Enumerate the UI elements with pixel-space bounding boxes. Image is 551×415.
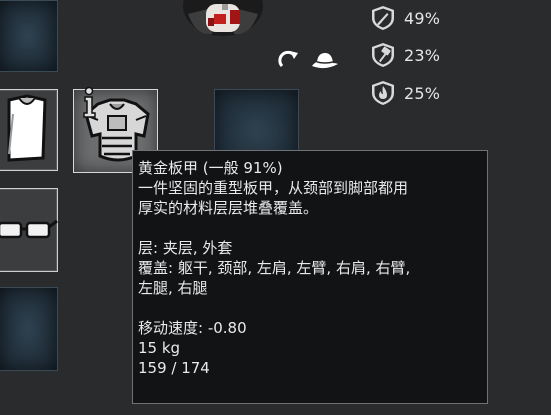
apparel-slot-bottom-left[interactable]	[0, 287, 58, 371]
tooltip-description-line-2: 厚实的材料层层堆叠覆盖。	[138, 199, 319, 217]
tooltip-covers-line-2: 左腿, 右腿	[138, 279, 208, 297]
hat-icon[interactable]	[308, 49, 342, 71]
info-icon[interactable]	[80, 86, 100, 120]
tooltip-description-line-1: 一件坚固的重型板甲，从颈部到脚部都用	[138, 179, 409, 197]
armor-blunt-value: 23%	[404, 45, 441, 65]
gear-tab-panel: 49% 23% 25% 黄金板甲 (一般 91%) 一件坚固的重型板甲，从颈部到…	[0, 0, 551, 415]
armor-heat-value: 25%	[404, 83, 441, 103]
apparel-slot-glasses[interactable]	[0, 188, 58, 272]
blunt-armor-shield-icon	[372, 43, 394, 67]
armor-sharp-stat: 49%	[370, 5, 440, 31]
tooltip-hit-points: 159 / 174	[138, 359, 210, 377]
rotate-icon[interactable]	[276, 47, 302, 73]
shirt-icon	[7, 94, 47, 162]
heat-armor-shield-icon	[372, 81, 394, 105]
sharp-armor-shield-icon	[372, 6, 394, 30]
tooltip-move-speed: 移动速度: -0.80	[138, 319, 247, 337]
pawn-portrait	[183, 0, 263, 36]
tooltip-title: 黄金板甲 (一般 91%)	[138, 159, 283, 177]
tooltip-covers-line-1: 覆盖: 躯干, 颈部, 左肩, 左臂, 右肩, 右臂,	[138, 259, 411, 277]
glasses-icon	[0, 219, 58, 239]
armor-blunt-stat: 23%	[370, 42, 440, 68]
item-tooltip: 黄金板甲 (一般 91%) 一件坚固的重型板甲，从颈部到脚部都用 厚实的材料层层…	[132, 150, 488, 404]
apparel-slot-shirt[interactable]	[0, 89, 58, 171]
tooltip-mass: 15 kg	[138, 339, 181, 357]
armor-sharp-value: 49%	[404, 8, 441, 28]
tooltip-layers: 层: 夹层, 外套	[138, 239, 233, 257]
apparel-slot-top-left[interactable]	[0, 0, 58, 72]
armor-heat-stat: 25%	[370, 80, 440, 106]
